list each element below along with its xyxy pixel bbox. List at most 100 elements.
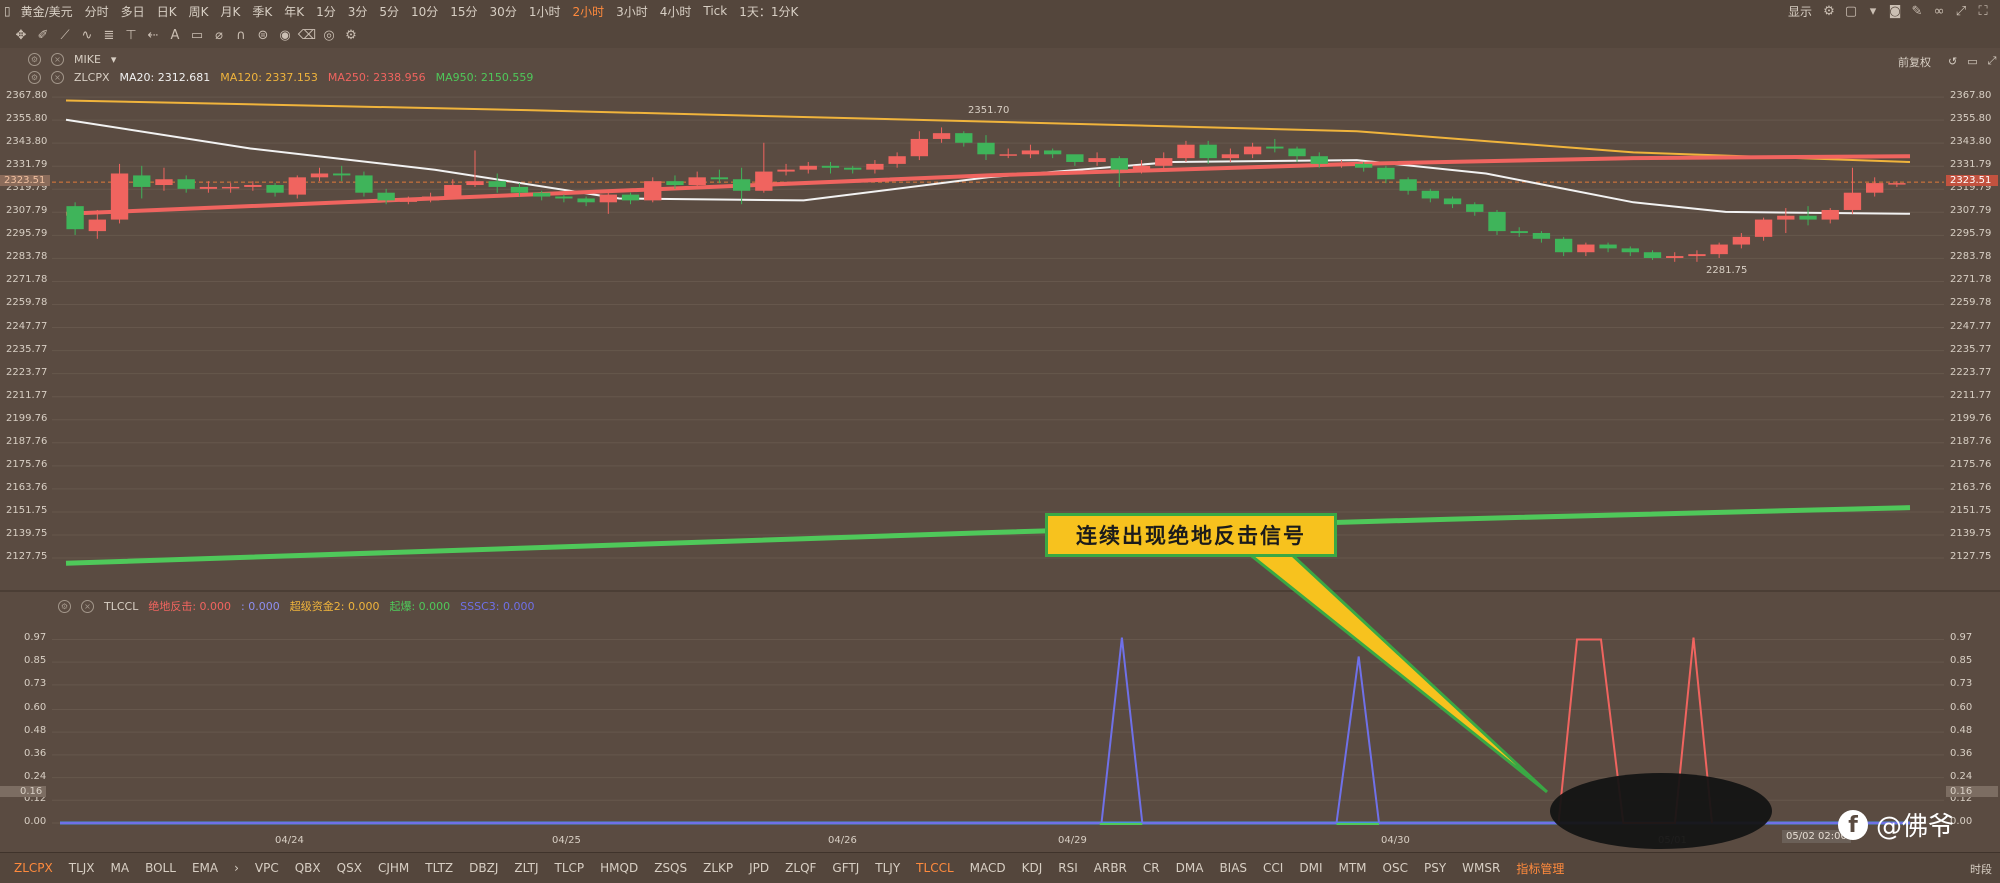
candle-body-37	[888, 156, 906, 164]
ma250-line	[65, 154, 1911, 216]
candle-body-50	[1177, 144, 1195, 159]
candle-body-74	[1710, 244, 1728, 255]
indicator-tab-20[interactable]: TLJY	[867, 861, 908, 875]
candle-body-14	[377, 192, 395, 201]
candle-body-70	[1621, 248, 1639, 253]
candle-body-22	[555, 196, 573, 199]
candlestick-chart[interactable]	[0, 0, 2000, 882]
indicator-tab-31[interactable]: MTM	[1330, 861, 1374, 875]
candle-body-67	[1554, 238, 1573, 253]
indicator-tab-35[interactable]: 指标管理	[1508, 860, 1572, 877]
indicator-tab-4[interactable]: EMA	[184, 861, 226, 875]
candle-body-58	[1355, 163, 1373, 168]
indicator-tab-32[interactable]: OSC	[1375, 861, 1416, 875]
candle-body-78	[1799, 215, 1817, 220]
indicator-tab-12[interactable]: ZLTJ	[506, 861, 546, 875]
candle-body-23	[577, 198, 595, 203]
candle-body-59	[1377, 167, 1395, 180]
candle-body-24	[599, 194, 617, 203]
indicator-tab-14[interactable]: HMQD	[592, 861, 646, 875]
candle-body-44	[1043, 150, 1062, 155]
facebook-icon: f	[1838, 809, 1868, 840]
indicator-tab-8[interactable]: QSX	[329, 861, 370, 875]
watermark-text: @佛爷	[1876, 812, 1955, 842]
candle-body-7	[221, 186, 240, 189]
indicator-tab-9[interactable]: CJHM	[370, 861, 417, 875]
candle-body-75	[1732, 236, 1751, 245]
candle-body-76	[1754, 219, 1773, 237]
candle-body-48	[1132, 165, 1151, 170]
candle-body-81	[1866, 183, 1884, 193]
candle-body-43	[1021, 150, 1040, 155]
indicator-tab-26[interactable]: CR	[1135, 861, 1168, 875]
ma-lines	[65, 99, 1911, 566]
watermark: f @佛爷	[1838, 806, 1954, 843]
candle-body-10	[288, 177, 306, 195]
high-annotation: 2351.70	[968, 105, 1010, 116]
indicator-tab-29[interactable]: CCI	[1255, 861, 1291, 875]
indicator-tab-25[interactable]: ARBR	[1086, 861, 1135, 875]
indicator-tab-28[interactable]: BIAS	[1211, 861, 1255, 875]
indicator-tab-24[interactable]: RSI	[1050, 861, 1086, 875]
candle-body-3	[133, 175, 151, 187]
candle-body-16	[421, 196, 440, 201]
candle-body-31	[755, 171, 773, 191]
candle-body-56	[1310, 156, 1328, 164]
candle-body-64	[1488, 211, 1506, 232]
candle-body-27	[666, 181, 684, 186]
candle-body-19	[488, 181, 506, 187]
candle-body-17	[444, 185, 462, 197]
indicator-tab-19[interactable]: GFTJ	[824, 861, 867, 875]
candle-body-20	[510, 186, 529, 193]
indicator-tab-6[interactable]: VPC	[247, 861, 287, 875]
indicator-tab-2[interactable]: MA	[103, 861, 138, 875]
indicator-tab-33[interactable]: PSY	[1416, 861, 1454, 875]
indicator-tab-27[interactable]: DMA	[1168, 861, 1212, 875]
indicator-tab-34[interactable]: WMSR	[1454, 861, 1508, 875]
indicator-tab-30[interactable]: DMI	[1291, 861, 1330, 875]
candle-body-68	[1577, 244, 1595, 253]
candle-body-39	[932, 133, 951, 139]
candle-body-47	[1110, 158, 1128, 170]
candle-body-13	[355, 175, 373, 193]
candle-body-26	[644, 181, 662, 201]
indicator-tab-1[interactable]: TLJX	[61, 861, 103, 875]
indicator-tab-0[interactable]: ZLCPX	[6, 861, 61, 875]
candle-body-36	[866, 163, 884, 170]
indicator-tab-5[interactable]: ›	[226, 861, 247, 875]
candle-body-12	[333, 173, 351, 176]
indicator-tab-3[interactable]: BOLL	[137, 861, 184, 875]
indicator-tab-21[interactable]: TLCCL	[908, 861, 961, 875]
indicator-tab-7[interactable]: QBX	[287, 861, 329, 875]
candle-body-38	[910, 138, 929, 157]
candle-body-57	[1332, 163, 1351, 166]
indicator-tab-22[interactable]: MACD	[962, 861, 1014, 875]
indicator-tab-13[interactable]: TLCP	[547, 861, 593, 875]
indicator-bar: ZLCPX TLJX MA BOLL EMA › VPC QBX QSX CJHM TLTZ DBZJ…	[0, 852, 2000, 883]
indicator-tab-18[interactable]: ZLQF	[777, 861, 824, 875]
candle-body-5	[177, 179, 195, 189]
candle-body-65	[1510, 231, 1528, 234]
candle-body-73	[1688, 254, 1706, 257]
candle-body-32	[777, 169, 795, 172]
callout-box: 连续出现绝地反击信号	[1045, 513, 1337, 557]
indicator-tab-15[interactable]: ZSQS	[646, 861, 695, 875]
indicator-tab-17[interactable]: JPD	[741, 861, 777, 875]
candle-body-46	[1088, 158, 1106, 162]
candle-body-18	[466, 181, 484, 186]
candle-body-80	[1843, 192, 1862, 210]
indicator-tab-23[interactable]: KDJ	[1014, 861, 1051, 875]
callout-pointer	[1243, 551, 1549, 794]
low-annotation: 2281.75	[1706, 265, 1748, 276]
candle-body-71	[1643, 252, 1662, 258]
candle-body-51	[1199, 144, 1217, 159]
candle-body-4	[155, 179, 173, 186]
candle-body-34	[821, 165, 840, 168]
indicator-tab-16[interactable]: ZLKP	[695, 861, 741, 875]
candle-body-42	[999, 154, 1017, 156]
period-label[interactable]: 时段	[1970, 861, 1992, 877]
indicator-tab-10[interactable]: TLTZ	[417, 861, 461, 875]
highlight-ellipse	[1550, 773, 1772, 849]
candle-body-79	[1821, 209, 1839, 220]
indicator-tab-11[interactable]: DBZJ	[461, 861, 506, 875]
